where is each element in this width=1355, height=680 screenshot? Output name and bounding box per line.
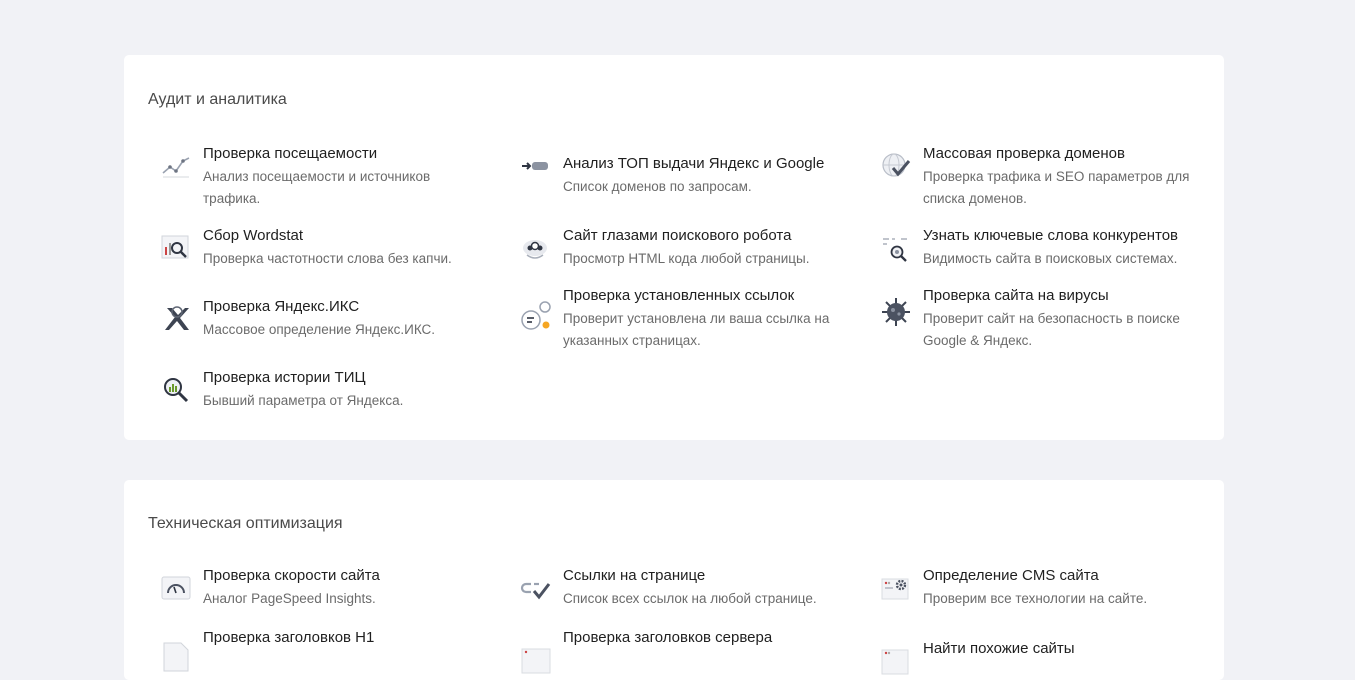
tool-description: Список доменов по запросам. — [563, 179, 752, 194]
section-audit-analytics: Аудит и аналитика Проверка посещаемости … — [124, 55, 1224, 440]
links-bubbles-icon — [518, 298, 554, 334]
tool-description: Проверка частотности слова без капчи. — [203, 251, 452, 266]
tool-description: Просмотр HTML кода любой страницы. — [563, 251, 810, 266]
cms-gear-icon — [878, 570, 914, 606]
tool-title: Узнать ключевые слова конкурентов — [923, 227, 1179, 244]
keywords-search-icon — [878, 230, 914, 266]
tool-title: Определение CMS сайта — [923, 567, 1099, 584]
tool-title: Массовая проверка доменов — [923, 145, 1125, 162]
tool-title: Проверка заголовков H1 — [203, 629, 375, 646]
tool-title: Сбор Wordstat — [203, 227, 304, 244]
similar-sites-icon — [878, 643, 914, 679]
yandex-x-icon — [158, 301, 194, 337]
tool-title: Найти похожие сайты — [923, 640, 1075, 657]
section-title: Техническая оптимизация — [148, 515, 343, 532]
tool-title: Проверка заголовков сервера — [563, 629, 773, 646]
tool-title: Сайт глазами поискового робота — [563, 227, 792, 244]
history-magnifier-icon — [158, 372, 194, 408]
link-check-icon — [518, 570, 554, 606]
tool-title: Ссылки на странице — [563, 567, 706, 584]
section-technical-optimization: Техническая оптимизация Проверка скорост… — [124, 480, 1224, 680]
tool-title: Проверка сайта на вирусы — [923, 287, 1109, 304]
wordstat-magnifier-icon — [158, 230, 194, 266]
tool-description: Проверит сайт на безопасность в поиске G… — [923, 311, 1180, 348]
serp-arrow-icon — [518, 148, 554, 184]
traffic-chart-icon — [158, 148, 194, 184]
tool-description: Список всех ссылок на любой странице. — [563, 591, 817, 606]
tool-description: Проверка трафика и SEO параметров для сп… — [923, 169, 1190, 206]
tool-description: Аналог PageSpeed Insights. — [203, 591, 376, 606]
tool-description: Массовое определение Яндекс.ИКС. — [203, 322, 436, 337]
tool-description: Проверит установлена ли ваша ссылка на у… — [563, 311, 830, 348]
virus-icon — [878, 294, 914, 330]
robot-icon — [518, 230, 554, 266]
globe-check-icon — [878, 148, 914, 184]
tool-title: Анализ ТОП выдачи Яндекс и Google — [563, 155, 825, 172]
tool-title: Проверка скорости сайта — [203, 567, 380, 584]
tool-title: Проверка установленных ссылок — [563, 287, 795, 304]
tool-title: Проверка Яндекс.ИКС — [203, 298, 360, 315]
tool-description: Анализ посещаемости и источников трафика… — [203, 169, 431, 206]
speedometer-icon — [158, 570, 194, 606]
tool-description: Видимость сайта в поисковых системах. — [923, 251, 1178, 266]
section-title: Аудит и аналитика — [148, 91, 287, 108]
tool-title: Проверка посещаемости — [203, 145, 378, 162]
tool-description: Бывший параметра от Яндекса. — [203, 393, 404, 408]
h1-document-icon — [158, 638, 194, 674]
server-headers-icon — [518, 642, 554, 678]
tool-description: Проверим все технологии на сайте. — [923, 591, 1148, 606]
tool-title: Проверка истории ТИЦ — [203, 369, 366, 386]
